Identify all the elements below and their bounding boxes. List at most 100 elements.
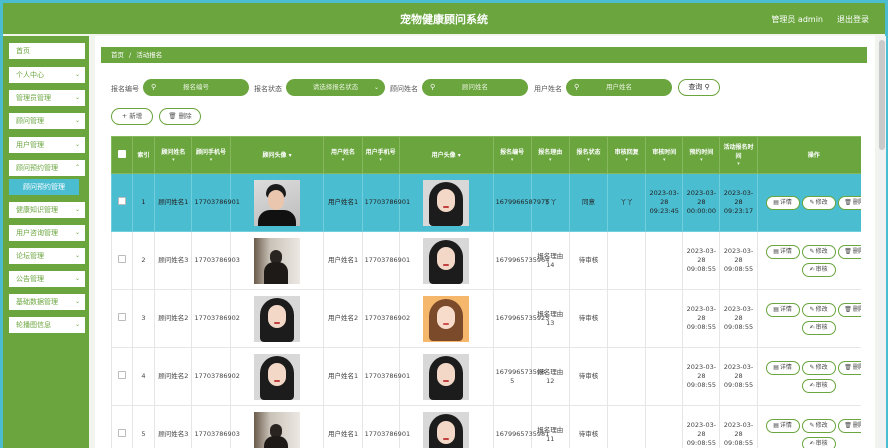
select-all-checkbox[interactable] [111, 136, 133, 174]
table-row[interactable]: 4 顾问姓名2 17703786902 用户姓名1 17703786901 1679965… [111, 347, 861, 406]
col-header[interactable]: 活动报名时间 ▾ [719, 136, 758, 174]
cell-signup-time: 2023-03-28 09:08:55 [719, 231, 758, 290]
query-button[interactable]: 查询 ⚲ [678, 79, 720, 96]
detail-button[interactable]: ▤详情 [765, 244, 800, 259]
table-row[interactable]: 2 顾问姓名3 17703786903 用户姓名1 17703786901 1679965… [111, 231, 861, 290]
sort-icon: ▾ [625, 156, 628, 163]
search-input-consultant[interactable]: ⚲ 顾问姓名 [422, 79, 528, 96]
main-content: 首页 / 活动报名 报名编号 ⚲ 报名编号 报名状态 请选择报名状态 ⌄ 顾问姓名 ⚲ 顾… [95, 36, 875, 448]
detail-button[interactable]: ▤详情 [765, 418, 800, 433]
status-select[interactable]: 请选择报名状态 ⌄ [286, 79, 385, 96]
sidebar-item-consult[interactable]: 用户咨询管理 ⌄ [9, 225, 85, 241]
col-header[interactable]: 用户姓名 ▾ [323, 136, 363, 174]
consultant-avatar[interactable] [254, 237, 301, 284]
consultant-avatar[interactable] [254, 179, 301, 226]
sidebar-subitem-appointment[interactable]: 顾问预约管理 [9, 179, 79, 195]
cell-reply [607, 231, 647, 290]
consultant-avatar[interactable] [254, 353, 301, 400]
audit-button[interactable]: ✍审核 [801, 378, 836, 393]
cell-code: 1679965735964 [492, 231, 549, 290]
user-avatar[interactable] [423, 179, 470, 226]
row-delete-button[interactable]: 🗑删除 [837, 195, 861, 210]
sidebar-item-forum[interactable]: 论坛管理 ⌄ [9, 248, 85, 264]
sidebar-item-notice[interactable]: 公告管理 ⌄ [9, 271, 85, 287]
row-checkbox[interactable] [111, 347, 133, 406]
cell-status: 待审核 [568, 231, 609, 290]
row-checkbox[interactable] [111, 405, 133, 448]
breadcrumb-home[interactable]: 首页 [111, 51, 124, 59]
row-delete-button[interactable]: 🗑删除 [837, 302, 861, 317]
detail-button[interactable]: ▤详情 [765, 360, 800, 375]
table-row[interactable]: 5 顾问姓名3 17703786903 用户姓名1 17703786901 1679965… [111, 405, 861, 448]
cell-consultant-phone: 17703786902 [191, 289, 240, 348]
sidebar-item-basedata[interactable]: 基础数据管理 ⌄ [9, 294, 85, 310]
audit-button[interactable]: ✍审核 [801, 436, 836, 448]
sort-icon: ▾ [172, 156, 175, 163]
cell-consultant-avatar [229, 231, 325, 290]
cell-consultant-phone: 17703786901 [191, 173, 240, 232]
logout-link[interactable]: 退出登录 [837, 14, 869, 25]
col-header[interactable]: 审核回复 ▾ [607, 136, 647, 174]
audit-button[interactable]: ✍审核 [801, 262, 836, 277]
user-avatar[interactable] [423, 295, 470, 342]
row-delete-button[interactable]: 🗑删除 [837, 418, 861, 433]
sidebar-item-admin[interactable]: 管理员管理 ⌄ [9, 90, 85, 106]
add-button[interactable]: + 新增 [111, 108, 153, 125]
sidebar-item-home[interactable]: 首页 [9, 43, 85, 59]
user-avatar[interactable] [423, 353, 470, 400]
cell-reply [607, 405, 647, 448]
sidebar-item-user[interactable]: 用户管理 ⌄ [9, 137, 85, 153]
col-header[interactable]: 审核时间 ▾ [645, 136, 684, 174]
pencil-icon: ✎ [809, 363, 815, 371]
edit-button[interactable]: ✎修改 [801, 302, 836, 317]
col-header[interactable]: 顾问姓名 ▾ [154, 136, 193, 174]
scrollbar-thumb[interactable] [879, 40, 885, 150]
pencil-icon: ✎ [809, 247, 815, 255]
delete-button[interactable]: 🗑 删除 [159, 108, 201, 125]
chevron-down-icon: ⌄ [74, 229, 80, 236]
detail-button[interactable]: ▤详情 [765, 302, 800, 317]
edit-button[interactable]: ✎修改 [801, 195, 836, 210]
col-header[interactable]: 报名编号 ▾ [492, 136, 532, 174]
edit-button[interactable]: ✎修改 [801, 244, 836, 259]
cell-code: 1679966587975 [492, 173, 549, 232]
cell-user-avatar [398, 231, 494, 290]
consultant-avatar[interactable] [254, 295, 301, 342]
sidebar-item-consultant[interactable]: 顾问管理 ⌄ [9, 113, 85, 129]
sidebar-item-appointment[interactable]: 顾问预约管理 ⌃ [9, 160, 85, 176]
col-header[interactable]: 报名状态 ▾ [568, 136, 609, 174]
row-checkbox[interactable] [111, 231, 133, 290]
audit-button[interactable]: ✍审核 [801, 320, 836, 335]
sidebar-item-knowledge[interactable]: 健康知识管理 ⌄ [9, 202, 85, 218]
detail-button[interactable]: ▤详情 [765, 195, 800, 210]
user-avatar[interactable] [423, 237, 470, 284]
row-checkbox[interactable] [111, 289, 133, 348]
row-checkbox[interactable] [111, 173, 133, 232]
sidebar-item-profile[interactable]: 个人中心 ⌄ [9, 67, 85, 83]
cell-user-phone: 17703786902 [361, 289, 410, 348]
search-input-user[interactable]: ⚲ 用户姓名 [566, 79, 672, 96]
col-header[interactable]: 用户手机号 ▾ [361, 136, 400, 174]
col-header[interactable]: 用户头像 ▾ [398, 136, 494, 174]
sort-icon: ▾ [737, 161, 740, 167]
sidebar-item-carousel[interactable]: 轮播图信息 ⌄ [9, 317, 85, 333]
row-delete-button[interactable]: 🗑删除 [837, 244, 861, 259]
cell-booking-time: 2023-03-28 09:08:55 [682, 289, 721, 348]
user-avatar[interactable] [423, 411, 470, 448]
row-delete-button[interactable]: 🗑删除 [837, 360, 861, 375]
cell-status: 同意 [568, 173, 609, 232]
consultant-avatar[interactable] [254, 411, 301, 448]
document-icon: ▤ [773, 305, 779, 313]
search-input-code[interactable]: ⚲ 报名编号 [143, 79, 249, 96]
table-row[interactable]: 3 顾问姓名2 17703786902 用户姓名2 17703786902 1679965… [111, 289, 861, 348]
col-header[interactable]: 顾问手机号 ▾ [191, 136, 231, 174]
checkbox-icon [117, 429, 126, 437]
col-header[interactable]: 报名理由 ▾ [530, 136, 570, 174]
edit-button[interactable]: ✎修改 [801, 418, 836, 433]
cell-operations: ▤详情✎修改🗑删除✍审核 [756, 347, 861, 406]
col-header[interactable]: 顾问头像 ▾ [229, 136, 325, 174]
sort-icon: ▾ [457, 151, 461, 159]
col-header[interactable]: 预约时间 ▾ [682, 136, 721, 174]
edit-button[interactable]: ✎修改 [801, 360, 836, 375]
table-row[interactable]: 1 顾问姓名1 17703786901 用户姓名1 17703786901 1679966… [111, 173, 861, 232]
